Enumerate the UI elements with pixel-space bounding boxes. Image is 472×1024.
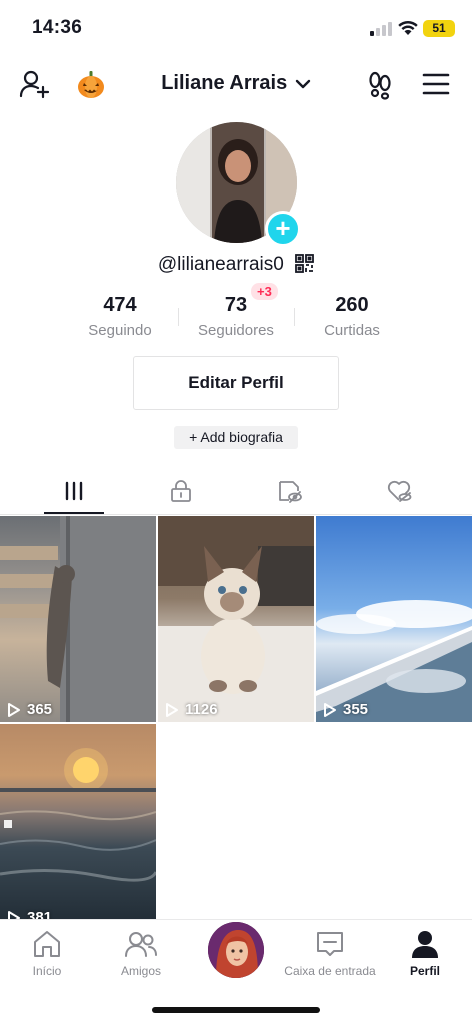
tab-videos[interactable] bbox=[15, 467, 133, 514]
tab-liked[interactable] bbox=[340, 467, 458, 514]
edit-profile-button[interactable]: Editar Perfil bbox=[133, 356, 339, 410]
top-nav: Liliane Arrais bbox=[0, 60, 472, 108]
stat-value: 474 bbox=[103, 294, 137, 316]
profile-title[interactable]: Liliane Arrais bbox=[0, 72, 472, 95]
play-icon bbox=[166, 702, 178, 717]
new-followers-badge: +3 bbox=[251, 283, 278, 300]
video-thumbnail[interactable]: 355 bbox=[316, 516, 472, 722]
status-time: 14:36 bbox=[32, 17, 83, 38]
home-icon bbox=[34, 931, 60, 957]
battery-indicator: 51 bbox=[423, 20, 455, 37]
add-bio-button[interactable]: + Add biografia bbox=[174, 426, 298, 449]
stat-label: Curtidas bbox=[324, 322, 380, 339]
profile-icon bbox=[412, 931, 438, 958]
inbox-icon bbox=[317, 932, 343, 956]
handle-row: @lilianearrais0 bbox=[0, 254, 472, 276]
airplane-image bbox=[316, 600, 472, 722]
profile-name: Liliane Arrais bbox=[161, 72, 288, 94]
create-button[interactable] bbox=[208, 922, 264, 978]
qr-code-icon[interactable] bbox=[295, 254, 315, 273]
stat-value: 260 bbox=[335, 294, 369, 316]
cellular-signal-icon bbox=[370, 22, 392, 36]
profile-tabs bbox=[0, 467, 472, 515]
view-count-value: 355 bbox=[343, 701, 369, 718]
nav-profile[interactable]: Perfil bbox=[378, 928, 472, 978]
home-indicator bbox=[152, 1007, 320, 1013]
liked-icon bbox=[387, 480, 412, 502]
view-count: 355 bbox=[323, 701, 368, 718]
stat-label: Seguidores bbox=[198, 322, 274, 339]
kitten-image bbox=[158, 516, 314, 722]
chevron-down-icon bbox=[295, 79, 310, 88]
stat-label: Seguindo bbox=[88, 322, 152, 339]
nav-home-label: Início bbox=[32, 964, 62, 978]
footprint-icon[interactable] bbox=[362, 66, 398, 102]
nav-home[interactable]: Início bbox=[0, 928, 94, 978]
lock-icon bbox=[171, 479, 191, 502]
play-icon bbox=[324, 702, 336, 717]
nav-inbox-label: Caixa de entrada bbox=[284, 964, 376, 978]
stat-likes[interactable]: 260 Curtidas bbox=[287, 292, 417, 339]
nav-inbox[interactable]: Caixa de entrada bbox=[283, 928, 377, 978]
tab-private[interactable] bbox=[122, 467, 240, 514]
view-count: 365 bbox=[7, 701, 52, 718]
view-count: 1126 bbox=[165, 701, 218, 718]
nav-friends-label: Amigos bbox=[120, 964, 161, 978]
stat-following[interactable]: 474 Seguindo bbox=[55, 292, 185, 339]
play-icon bbox=[8, 702, 20, 717]
friends-icon bbox=[125, 932, 157, 957]
video-grid: 365 1126 355 381 bbox=[0, 516, 472, 920]
profile-stats: 474 Seguindo 73 Seguidores 260 Curtidas bbox=[0, 292, 472, 348]
cat-image bbox=[0, 516, 156, 722]
wifi-icon bbox=[398, 21, 418, 35]
grid-icon bbox=[65, 481, 83, 500]
nav-profile-label: Perfil bbox=[409, 964, 440, 978]
status-bar: 14:36 51 bbox=[0, 0, 472, 56]
video-thumbnail[interactable]: 1126 bbox=[158, 516, 314, 722]
view-count-value: 1126 bbox=[185, 701, 218, 718]
tab-hidden-likes[interactable] bbox=[231, 467, 349, 514]
add-avatar-button[interactable]: + bbox=[265, 211, 301, 247]
video-thumbnail[interactable]: 365 bbox=[0, 516, 156, 722]
view-count-value: 365 bbox=[27, 701, 53, 718]
hidden-likes-icon bbox=[279, 480, 302, 503]
sunset-image bbox=[0, 748, 156, 882]
menu-icon[interactable] bbox=[418, 66, 454, 102]
profile-handle: @lilianearrais0 bbox=[157, 254, 284, 275]
stat-value: 73 bbox=[224, 294, 248, 316]
create-avatar-icon bbox=[208, 922, 264, 978]
stat-followers[interactable]: 73 Seguidores bbox=[171, 292, 301, 339]
video-thumbnail[interactable]: 381 bbox=[0, 724, 156, 920]
nav-friends[interactable]: Amigos bbox=[94, 928, 188, 978]
